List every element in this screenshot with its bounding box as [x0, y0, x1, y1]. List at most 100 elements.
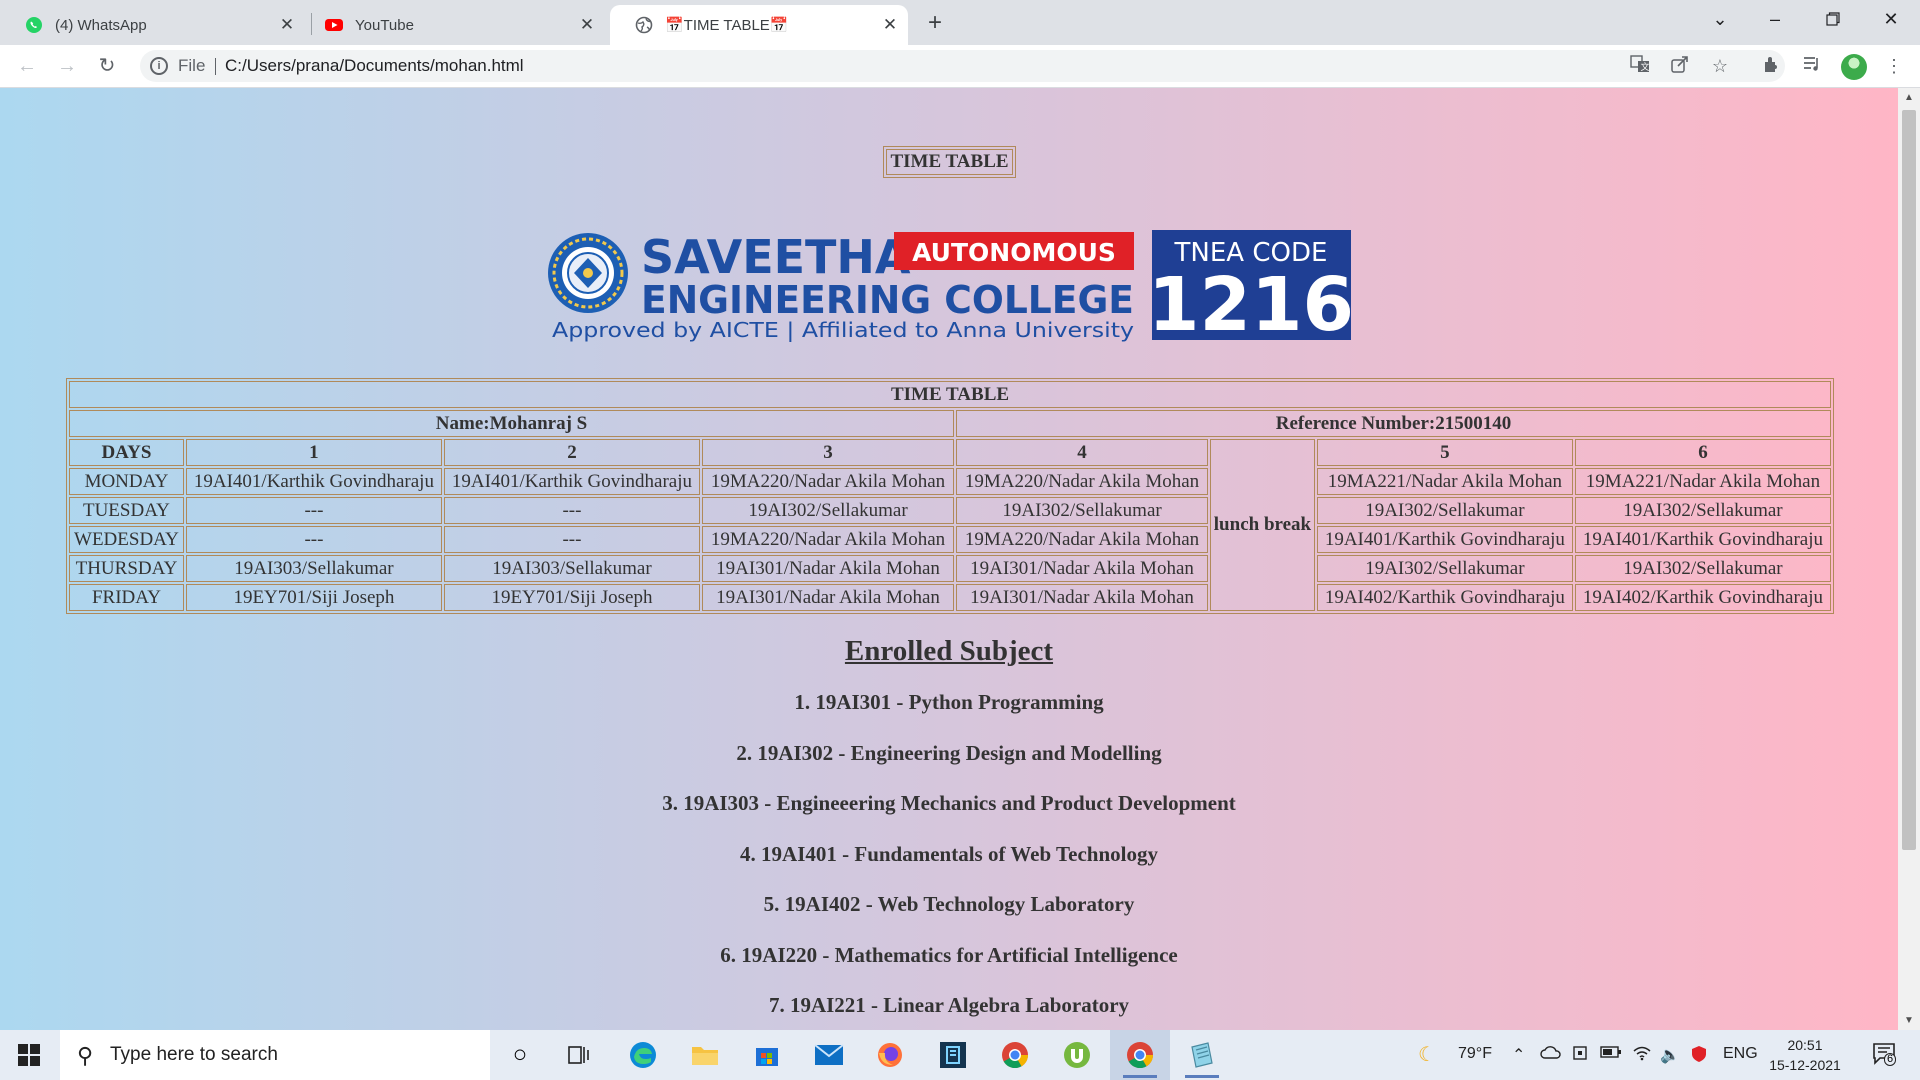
period-cell: 19AI301/Nadar Akila Mohan: [956, 584, 1209, 611]
weather-temperature[interactable]: 79°F: [1458, 1045, 1492, 1063]
table-row: THURSDAY 19AI303/Sellakumar 19AI303/Sell…: [69, 555, 1831, 582]
notification-center-icon[interactable]: 6: [1872, 1042, 1898, 1066]
list-item: 3. 19AI303 - Engineeering Mechanics and …: [662, 791, 1236, 815]
security-shield-icon[interactable]: [1690, 1045, 1708, 1068]
windows-start-icon[interactable]: [18, 1044, 40, 1066]
page-viewport: TIME TABLE SAVEETHA AUTONOMOUS ENGINEERI…: [0, 88, 1898, 1030]
address-bar[interactable]: i File C:/Users/prana/Documents/mohan.ht…: [140, 50, 1785, 82]
tab-youtube[interactable]: YouTube ✕: [300, 5, 605, 45]
column-header: 6: [1574, 439, 1831, 466]
day-cell: MONDAY: [69, 468, 184, 495]
period-cell: 19AI301/Nadar Akila Mohan: [956, 555, 1209, 582]
period-cell: 19MA220/Nadar Akila Mohan: [956, 468, 1209, 495]
url-divider: [215, 58, 216, 75]
table-row: TUESDAY --- --- 19AI302/Sellakumar 19AI3…: [69, 497, 1831, 524]
site-info-icon[interactable]: i: [150, 57, 168, 75]
wifi-icon[interactable]: [1632, 1045, 1652, 1066]
clock-date: 15-12-2021: [1769, 1057, 1841, 1073]
period-cell: 19EY701/Siji Joseph: [185, 584, 442, 611]
period-cell: 19AI302/Sellakumar: [1316, 497, 1573, 524]
period-cell: 19MA221/Nadar Akila Mohan: [1316, 468, 1573, 495]
cortana-icon[interactable]: ○: [503, 1038, 537, 1072]
firefox-icon[interactable]: [873, 1038, 907, 1072]
tab-strip: (4) WhatsApp ✕ YouTube ✕ 📅TIME TABLE📅 ✕ …: [0, 0, 1920, 45]
tab-whatsapp[interactable]: (4) WhatsApp ✕: [0, 5, 305, 45]
day-cell: THURSDAY: [69, 555, 184, 582]
period-cell: 19AI401/Karthik Govindharaju: [1574, 526, 1831, 553]
timetable-info-row: Name:Mohanraj S Reference Number:2150014…: [69, 410, 1831, 437]
list-item: 5. 19AI402 - Web Technology Laboratory: [763, 892, 1135, 916]
vertical-scrollbar[interactable]: ▲ ▼: [1898, 88, 1920, 1030]
extensions-icon[interactable]: [1760, 54, 1784, 78]
taskbar-search-input[interactable]: ⚲ Type here to search: [60, 1030, 490, 1080]
app-icon[interactable]: [936, 1038, 970, 1072]
period-cell: 19AI302/Sellakumar: [702, 497, 955, 524]
search-icon: ⚲: [77, 1043, 94, 1068]
tab-search-icon[interactable]: ⌄: [1695, 0, 1745, 40]
notification-count: 6: [1884, 1053, 1897, 1066]
college-emblem-icon: [548, 233, 628, 313]
bookmark-star-icon[interactable]: ☆: [1708, 54, 1732, 78]
period-cell: 19AI303/Sellakumar: [443, 555, 700, 582]
period-cell: 19AI302/Sellakumar: [1574, 497, 1831, 524]
chrome-icon[interactable]: [998, 1038, 1032, 1072]
tab-title: 📅TIME TABLE📅: [665, 17, 789, 34]
youtube-icon: [325, 19, 343, 31]
weather-moon-icon[interactable]: ☾: [1418, 1042, 1436, 1067]
list-item: 1. 19AI301 - Python Programming: [794, 690, 1104, 714]
whatsapp-icon: [26, 17, 42, 33]
back-icon[interactable]: ←: [12, 51, 42, 81]
battery-icon[interactable]: [1600, 1045, 1622, 1064]
logo-name-line2: ENGINEERING COLLEGE: [641, 278, 1134, 322]
day-cell: FRIDAY: [69, 584, 184, 611]
translate-icon[interactable]: 文: [1628, 54, 1652, 78]
utorrent-icon[interactable]: [1060, 1038, 1094, 1072]
volume-icon[interactable]: 🔈: [1660, 1045, 1680, 1065]
taskbar-clock[interactable]: 20:51 15-12-2021: [1760, 1035, 1850, 1075]
period-cell: 19AI401/Karthik Govindharaju: [185, 468, 442, 495]
scroll-up-icon[interactable]: ▲: [1904, 92, 1914, 103]
close-tab-icon[interactable]: ✕: [573, 15, 601, 35]
media-control-icon[interactable]: [1800, 54, 1824, 78]
notepad-icon[interactable]: [1185, 1038, 1219, 1078]
share-icon[interactable]: [1668, 54, 1692, 78]
period-cell: 19EY701/Siji Joseph: [443, 584, 700, 611]
file-explorer-icon[interactable]: [688, 1038, 722, 1072]
close-tab-icon[interactable]: ✕: [876, 15, 904, 35]
tab-time-table[interactable]: 📅TIME TABLE📅 ✕: [610, 5, 908, 45]
timetable-title: TIME TABLE: [69, 381, 1831, 408]
table-row: FRIDAY 19EY701/Siji Joseph 19EY701/Siji …: [69, 584, 1831, 611]
new-tab-button[interactable]: +: [918, 6, 952, 40]
url-text[interactable]: C:/Users/prana/Documents/mohan.html: [225, 56, 524, 76]
period-cell: 19AI301/Nadar Akila Mohan: [702, 584, 955, 611]
reload-icon[interactable]: ↻: [92, 51, 122, 81]
autonomous-badge-text: AUTONOMOUS: [912, 238, 1116, 267]
close-tab-icon[interactable]: ✕: [273, 15, 301, 35]
edge-icon[interactable]: [626, 1038, 660, 1072]
store-icon[interactable]: [750, 1038, 784, 1072]
scrollbar-thumb[interactable]: [1902, 110, 1916, 850]
list-item: 7. 19AI221 - Linear Algebra Laboratory: [768, 993, 1130, 1017]
mail-icon[interactable]: [812, 1038, 846, 1072]
menu-kebab-icon[interactable]: ⋮: [1882, 54, 1906, 78]
period-cell: ---: [185, 497, 442, 524]
period-cell: 19AI302/Sellakumar: [1574, 555, 1831, 582]
window-close-icon[interactable]: ✕: [1866, 0, 1916, 40]
period-cell: 19AI302/Sellakumar: [956, 497, 1209, 524]
scroll-down-icon[interactable]: ▼: [1904, 1015, 1914, 1026]
task-view-icon[interactable]: [562, 1038, 596, 1072]
minimize-icon[interactable]: –: [1750, 0, 1800, 40]
device-icon[interactable]: [1572, 1045, 1590, 1066]
student-name: Name:Mohanraj S: [69, 410, 955, 437]
tray-chevron-up-icon[interactable]: ⌃: [1512, 1045, 1525, 1065]
restore-icon[interactable]: [1808, 0, 1858, 40]
forward-icon[interactable]: →: [52, 51, 82, 81]
period-cell: 19AI301/Nadar Akila Mohan: [702, 555, 955, 582]
period-cell: 19MA220/Nadar Akila Mohan: [956, 526, 1209, 553]
period-cell: 19AI402/Karthik Govindharaju: [1574, 584, 1831, 611]
onedrive-icon[interactable]: [1540, 1045, 1562, 1064]
profile-avatar[interactable]: [1841, 54, 1867, 80]
language-indicator[interactable]: ENG: [1723, 1045, 1758, 1063]
chrome-icon[interactable]: [1123, 1038, 1157, 1078]
period-cell: 19MA221/Nadar Akila Mohan: [1574, 468, 1831, 495]
